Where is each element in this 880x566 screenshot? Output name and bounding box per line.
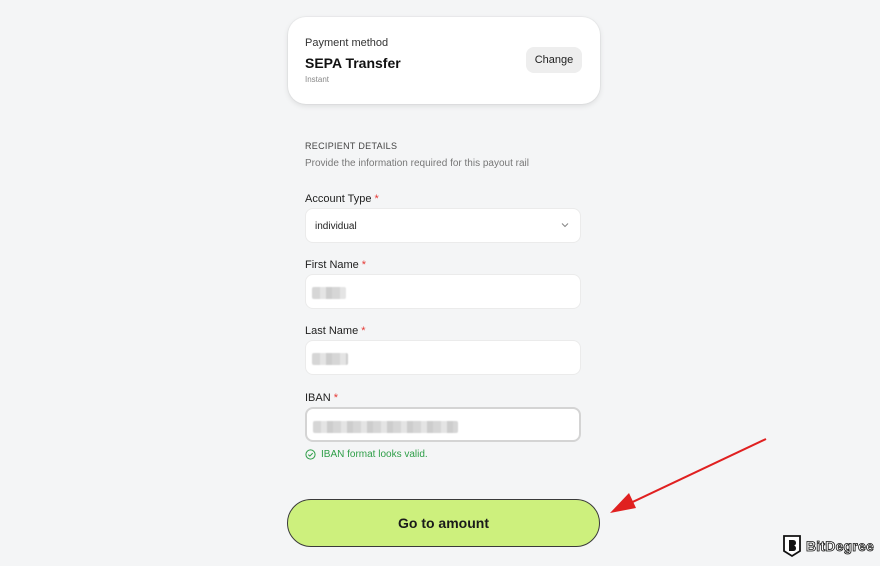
last-name-label-text: Last Name <box>305 325 359 337</box>
redacted-value <box>313 421 458 433</box>
redacted-value <box>312 353 348 365</box>
required-marker: * <box>361 325 366 337</box>
last-name-input[interactable] <box>305 340 581 375</box>
account-type-select[interactable]: individual <box>305 208 581 243</box>
payment-method-subtext: Instant <box>305 75 330 84</box>
first-name-label-text: First Name <box>305 259 359 271</box>
payment-method-name: SEPA Transfer <box>305 55 401 71</box>
chevron-down-icon <box>561 223 569 228</box>
go-to-amount-button[interactable]: Go to amount <box>287 499 600 547</box>
required-marker: * <box>361 259 367 271</box>
recipient-details-title: RECIPIENT DETAILS <box>305 141 398 151</box>
change-button[interactable]: Change <box>526 47 582 73</box>
annotation-arrow-icon <box>610 438 767 513</box>
iban-validation-message: IBAN format looks valid. <box>305 449 428 460</box>
iban-input[interactable] <box>305 407 581 442</box>
required-marker: * <box>374 193 379 205</box>
bitdegree-text: BitDegree <box>806 538 875 555</box>
first-name-label: First Name * <box>305 259 366 271</box>
account-type-label: Account Type * <box>305 193 379 205</box>
last-name-label: Last Name * <box>305 325 365 337</box>
bitdegree-logo-icon <box>783 535 801 558</box>
redacted-value <box>312 287 346 299</box>
account-type-value: individual <box>315 221 357 232</box>
iban-label: IBAN * <box>305 392 338 404</box>
account-type-label-text: Account Type <box>305 193 372 205</box>
payment-method-label: Payment method <box>305 37 389 49</box>
bitdegree-watermark: BitDegree <box>782 534 874 558</box>
payment-method-card: Payment method SEPA Transfer Instant Cha… <box>288 17 600 104</box>
recipient-details-subtitle: Provide the information required for thi… <box>305 158 530 169</box>
iban-label-text: IBAN <box>305 392 331 404</box>
first-name-input[interactable] <box>305 274 581 309</box>
check-circle-icon <box>305 449 316 460</box>
validation-text: IBAN format looks valid. <box>321 449 428 460</box>
required-marker: * <box>333 392 338 404</box>
